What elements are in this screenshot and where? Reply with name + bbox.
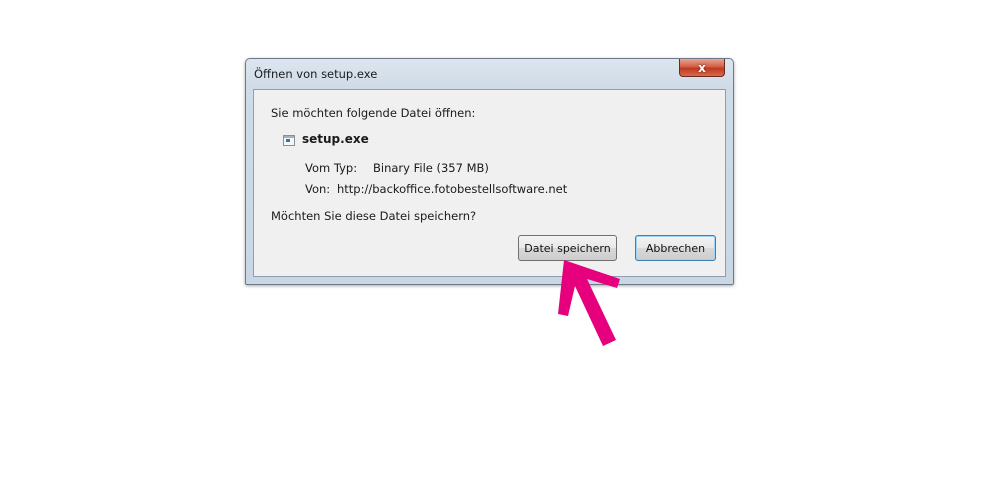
file-type-value: Binary File (357 MB) (373, 161, 489, 175)
window-title: Öffnen von setup.exe (254, 67, 378, 81)
open-prompt-text: Sie möchten folgende Datei öffnen: (271, 106, 476, 120)
file-source-url: http://backoffice.fotobestellsoftware.ne… (337, 182, 568, 196)
title-bar[interactable]: Öffnen von setup.exe x (246, 59, 733, 89)
file-source-label: Von: (305, 182, 331, 196)
download-dialog-window: Öffnen von setup.exe x Sie möchten folge… (245, 58, 734, 285)
arrow-pointer-icon (558, 260, 620, 346)
file-name: setup.exe (302, 132, 369, 146)
file-type-label: Vom Typ: (305, 161, 358, 175)
cancel-button[interactable]: Abbrechen (635, 235, 716, 261)
dialog-content: Sie möchten folgende Datei öffnen: setup… (253, 89, 726, 277)
arrow-pointer-shape (558, 260, 620, 346)
file-icon (283, 135, 295, 146)
save-question-text: Möchten Sie diese Datei speichern? (271, 209, 477, 223)
close-button[interactable]: x (679, 59, 725, 77)
close-icon: x (698, 60, 706, 75)
